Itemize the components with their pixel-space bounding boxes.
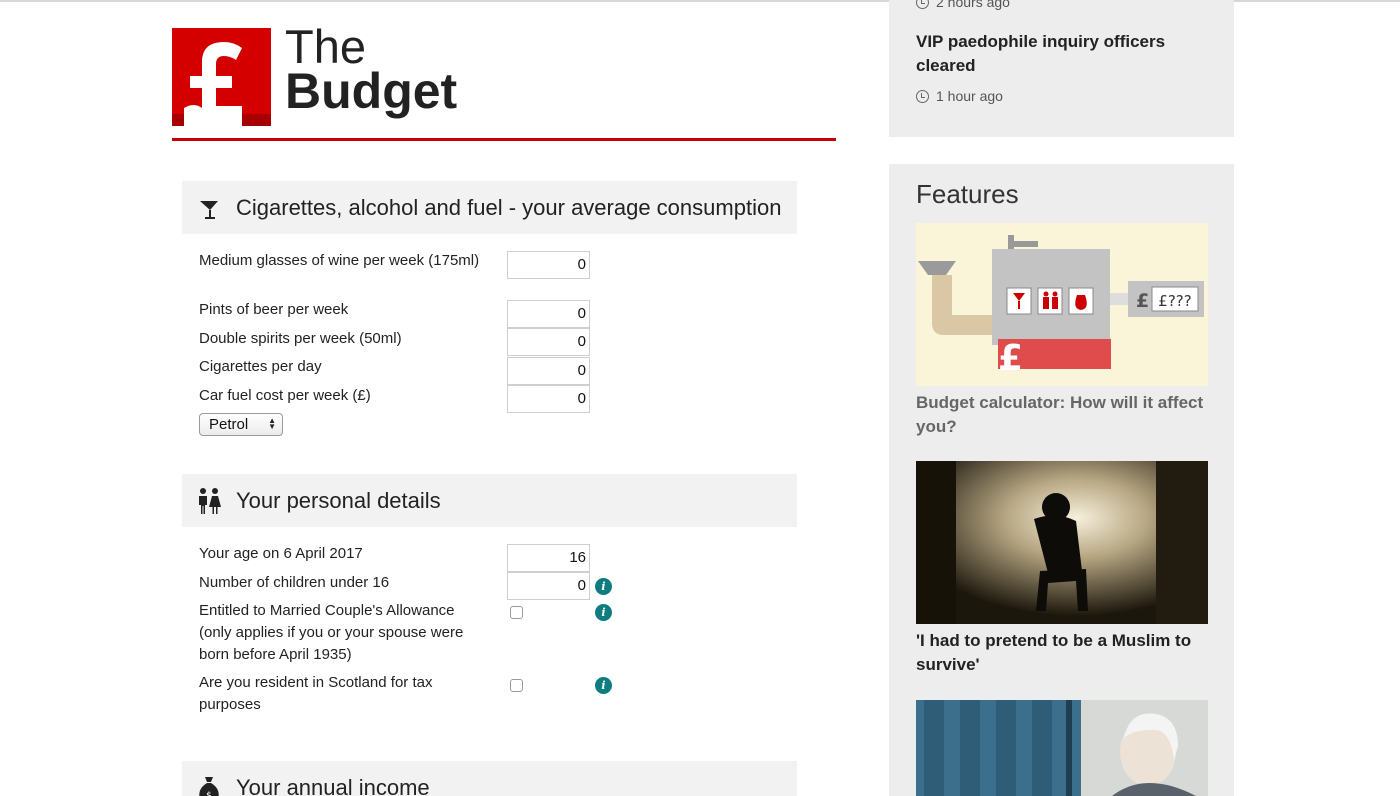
info-icon[interactable]: i [595, 578, 612, 595]
spirits-input[interactable]: 0 [507, 328, 590, 356]
married-allowance-checkbox[interactable] [510, 606, 523, 619]
beer-input[interactable]: 0 [507, 300, 590, 328]
feature-image-muslim-survive[interactable] [916, 461, 1208, 624]
scotland-resident-checkbox[interactable] [510, 679, 523, 692]
children-input[interactable]: 0 [507, 572, 590, 600]
fuel-type-value: Petrol [209, 416, 249, 433]
news-card[interactable]: 2 hours ago VIP paedophile inquiry offic… [889, 0, 1234, 137]
fuel-type-select[interactable]: Petrol ▲ ▼ [199, 413, 283, 436]
section-title: Your annual income [236, 774, 430, 796]
feature-caption[interactable]: 'I had to pretend to be a Muslim to surv… [916, 629, 1208, 677]
wine-glass-icon [182, 181, 236, 234]
logo-line-budget: Budget [285, 63, 458, 119]
wine-input[interactable]: 0 [507, 251, 590, 279]
section-title: Your personal details [236, 487, 441, 513]
age-input[interactable]: 16 [507, 544, 590, 572]
clock-icon [916, 0, 929, 9]
section-header-income: $ Your annual income [182, 761, 797, 796]
logo-wordmark: The Budget [285, 23, 458, 119]
features-panel: Features £ £ £??? Budget calculator: How… [889, 164, 1234, 796]
age-label: Your age on 6 April 2017 [199, 545, 363, 562]
children-label: Number of children under 16 [199, 574, 390, 591]
svg-text:$: $ [206, 791, 212, 796]
price-placeholder: £??? [1158, 292, 1191, 310]
pound-logo-icon [172, 28, 271, 126]
spirits-label: Double spirits per week (50ml) [199, 330, 402, 347]
section-header-consumption: Cigarettes, alcohol and fuel - your aver… [182, 181, 797, 234]
svg-text:£: £ [998, 338, 1023, 379]
cigarettes-label: Cigarettes per day [199, 358, 322, 375]
feature-caption[interactable]: Budget calculator: How will it affect yo… [916, 391, 1208, 439]
fuel-cost-input[interactable]: 0 [507, 385, 590, 413]
beer-label: Pints of beer per week [199, 301, 349, 318]
news-headline[interactable]: VIP paedophile inquiry officers cleared [916, 30, 1206, 78]
people-icon [182, 474, 236, 527]
features-title: Features [916, 179, 1019, 209]
timestamp: 1 hour ago [916, 88, 1003, 104]
cigarettes-input[interactable]: 0 [507, 357, 590, 385]
money-bag-icon: $ [182, 761, 236, 796]
scotland-resident-label: Are you resident in Scotland for tax pur… [199, 674, 433, 713]
budget-logo[interactable]: The Budget [172, 23, 836, 142]
info-icon[interactable]: i [595, 677, 612, 694]
info-icon[interactable]: i [595, 604, 612, 621]
svg-text:£: £ [1136, 290, 1149, 312]
fuel-cost-label: Car fuel cost per week (£) [199, 387, 371, 404]
feature-image-budget-calculator[interactable]: £ £ £??? [916, 223, 1208, 386]
wine-label: Medium glasses of wine per week (175ml) [199, 252, 480, 269]
clock-icon [916, 89, 929, 103]
section-header-personal: Your personal details [182, 474, 797, 527]
logo-underline [172, 138, 836, 141]
timestamp-text: 2 hours ago [936, 0, 1010, 10]
timestamp: 2 hours ago [916, 0, 1010, 10]
feature-image-third[interactable] [916, 700, 1208, 796]
select-arrows-icon: ▲ ▼ [268, 416, 276, 431]
married-allowance-label: Entitled to Married Couple's Allowance (… [199, 602, 464, 663]
timestamp-text: 1 hour ago [936, 88, 1003, 104]
section-title: Cigarettes, alcohol and fuel - your aver… [236, 194, 782, 220]
